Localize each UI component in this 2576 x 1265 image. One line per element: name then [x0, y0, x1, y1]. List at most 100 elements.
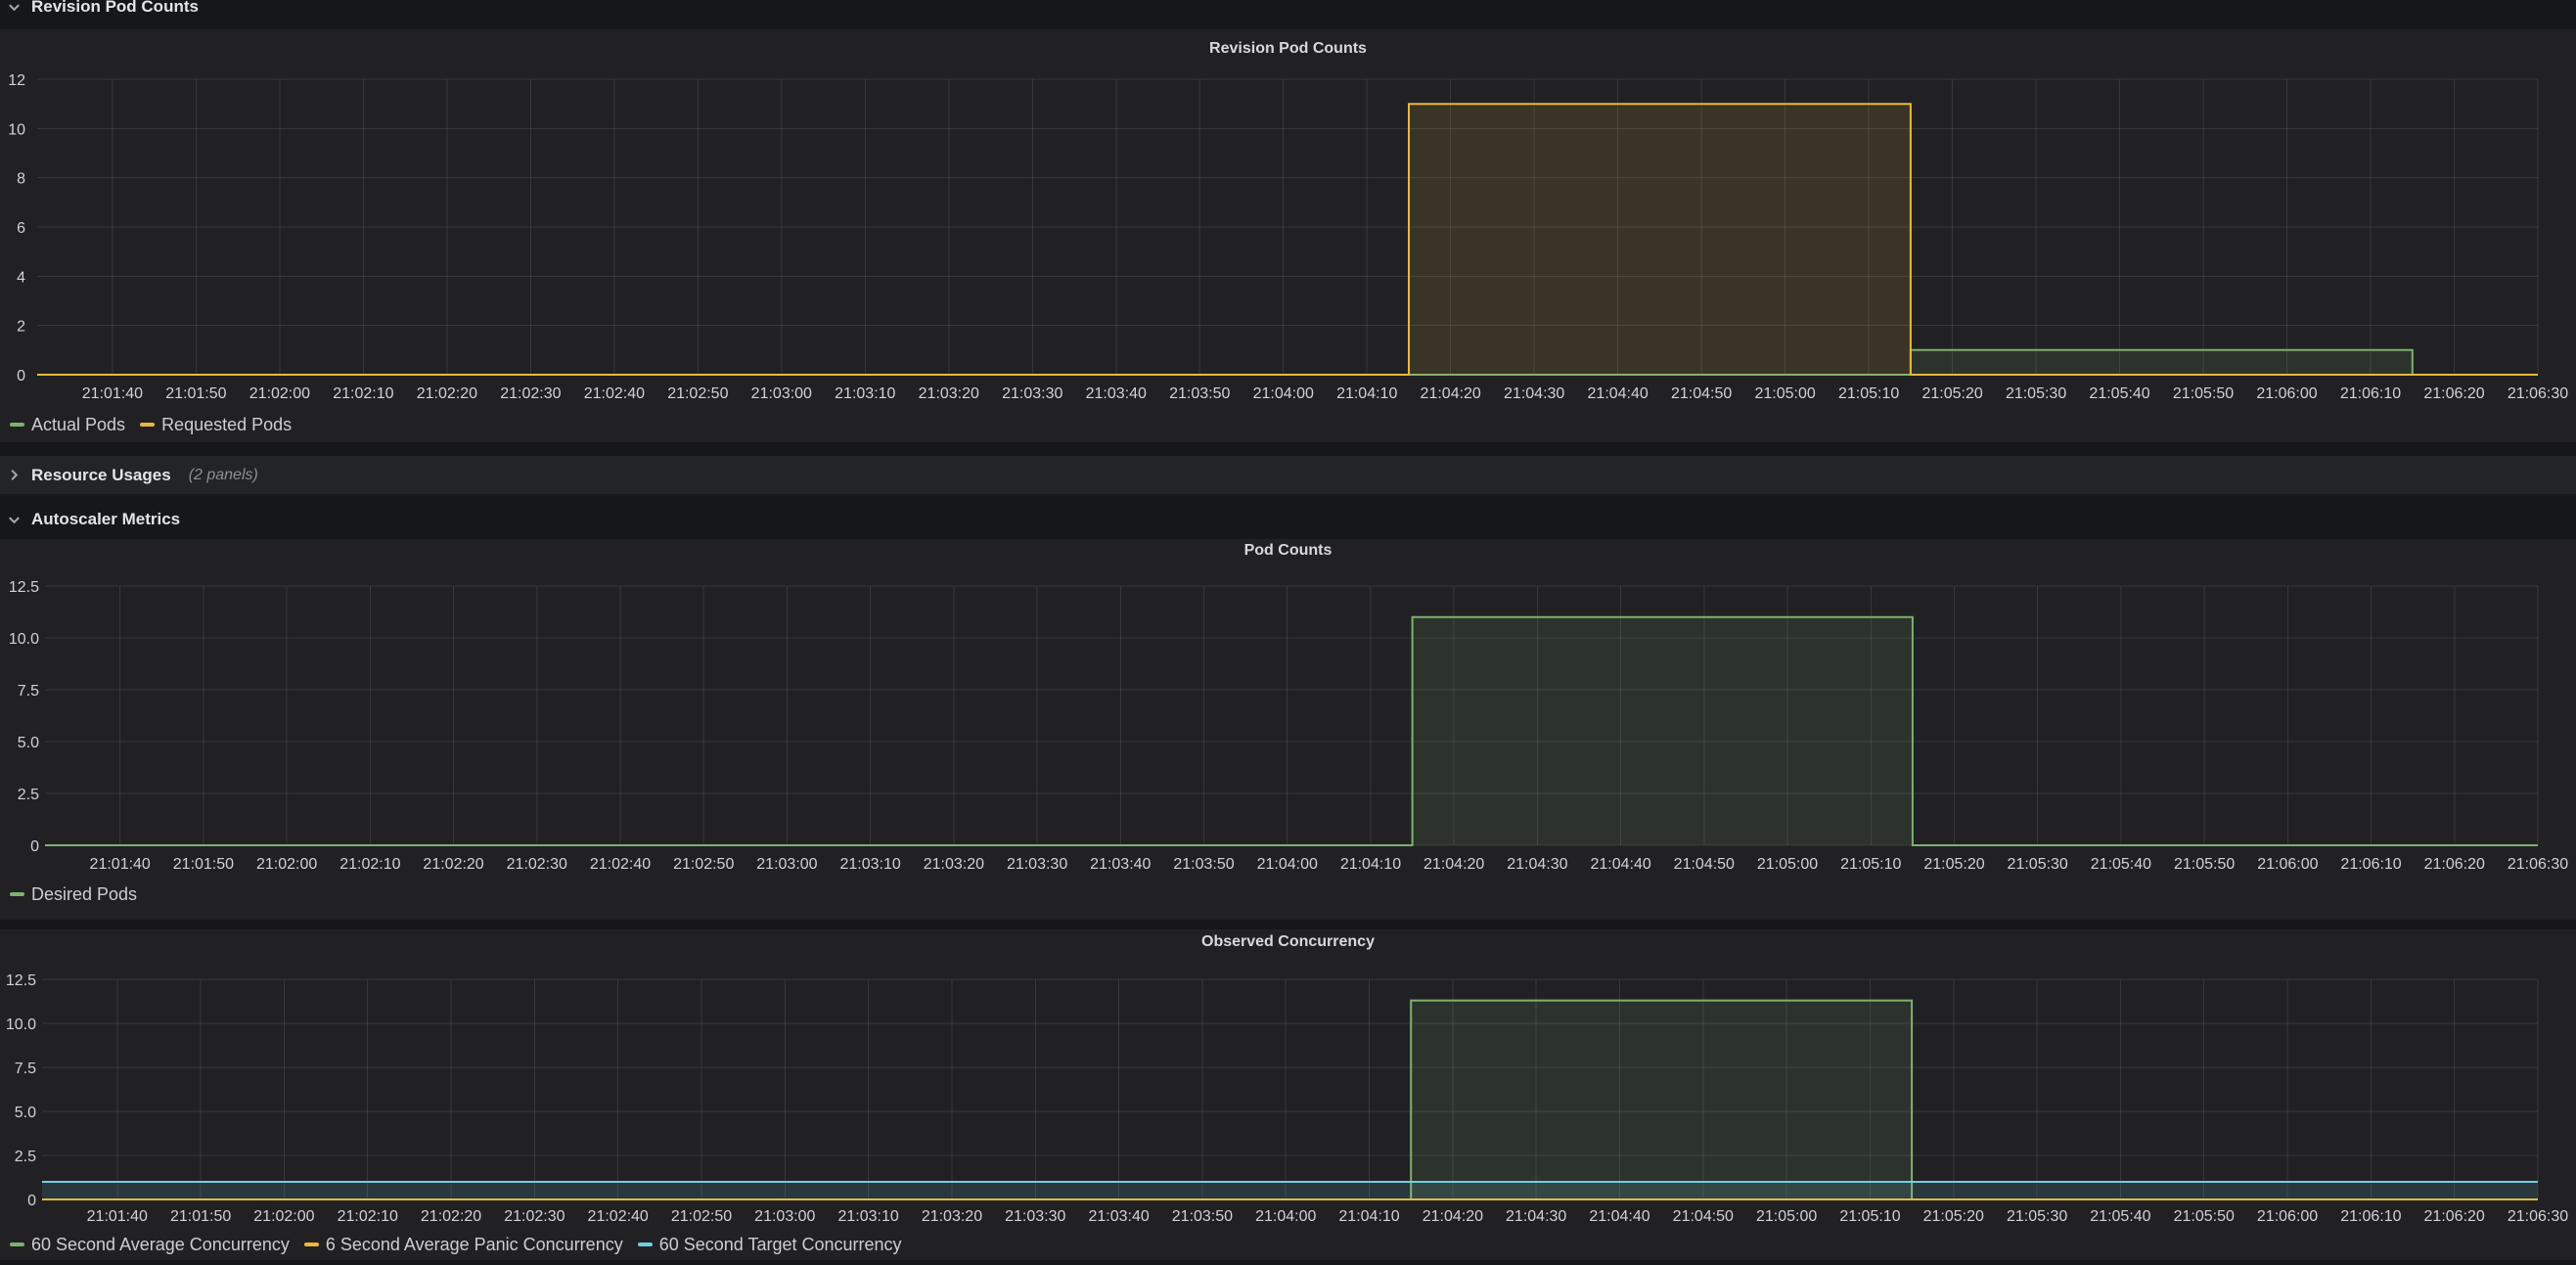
legend-series-label: 60 Second Target Concurrency	[659, 1235, 902, 1255]
x-tick-label: 21:03:40	[1086, 385, 1147, 402]
x-tick-label: 21:03:20	[924, 856, 984, 873]
legend-item-requested-pods[interactable]: Requested Pods	[140, 415, 292, 435]
series-fill-requested-pods	[37, 104, 2538, 375]
legend-series-label: Desired Pods	[31, 884, 137, 905]
x-tick-label: 21:05:20	[1923, 856, 1984, 873]
x-tick-label: 21:03:30	[1007, 856, 1067, 873]
y-tick-label: 7.5	[18, 683, 39, 700]
legend-series-dash	[10, 892, 24, 896]
y-tick-label: 2.5	[18, 787, 39, 803]
x-tick-label: 21:03:50	[1172, 1208, 1233, 1225]
x-tick-label: 21:06:30	[2508, 856, 2568, 873]
x-tick-label: 21:03:00	[751, 385, 812, 402]
legend-series-dash	[638, 1242, 653, 1246]
y-tick-label: 10.0	[9, 631, 39, 648]
y-tick-label: 2.5	[15, 1149, 36, 1165]
x-tick-label: 21:06:20	[2423, 385, 2484, 402]
x-tick-label: 21:06:30	[2508, 385, 2568, 402]
x-tick-label: 21:06:20	[2424, 856, 2485, 873]
series-fill-actual-pods	[37, 350, 2538, 375]
x-tick-label: 21:05:50	[2174, 1208, 2235, 1225]
legend: 60 Second Average Concurrency 6 Second Av…	[10, 1233, 902, 1256]
x-tick-label: 21:06:20	[2424, 1208, 2485, 1225]
legend-series-dash	[140, 423, 155, 427]
series-line-60-second-average-concurrency	[42, 1001, 2538, 1199]
x-tick-label: 21:02:20	[417, 385, 477, 402]
x-tick-label: 21:02:10	[338, 1208, 398, 1225]
legend-item-6-second-average-panic-concurrency[interactable]: 6 Second Average Panic Concurrency	[304, 1235, 623, 1255]
series-fill-60-second-target-concurrency	[42, 1182, 2538, 1199]
x-tick-label: 21:05:20	[1921, 385, 1982, 402]
x-tick-label: 21:04:30	[1506, 1208, 1566, 1225]
x-tick-label: 21:03:20	[919, 385, 979, 402]
x-tick-label: 21:01:50	[173, 856, 234, 873]
y-tick-label: 2	[17, 319, 25, 336]
y-tick-label: 12	[8, 72, 25, 89]
x-tick-label: 21:04:00	[1257, 856, 1318, 873]
x-tick-label: 21:04:20	[1423, 1208, 1483, 1225]
x-tick-label: 21:04:40	[1590, 856, 1650, 873]
legend-series-dash	[10, 1242, 24, 1246]
panel-observed-concurrency: Observed Concurrency 02.55.07.510.012.52…	[0, 929, 2576, 1260]
legend-item-actual-pods[interactable]: Actual Pods	[10, 415, 125, 435]
x-tick-label: 21:04:50	[1671, 385, 1732, 402]
x-tick-label: 21:06:10	[2340, 856, 2401, 873]
x-tick-label: 21:02:40	[590, 856, 651, 873]
x-tick-label: 21:03:50	[1173, 856, 1234, 873]
x-tick-label: 21:04:00	[1255, 1208, 1316, 1225]
x-tick-label: 21:06:00	[2257, 1208, 2318, 1225]
legend-item-60-second-average-concurrency[interactable]: 60 Second Average Concurrency	[10, 1235, 290, 1255]
legend-series-dash	[10, 423, 24, 427]
x-tick-label: 21:05:40	[2090, 1208, 2150, 1225]
series-line-desired-pods	[45, 617, 2538, 845]
row-panel-count: (2 panels)	[189, 467, 258, 484]
x-tick-label: 21:03:10	[840, 856, 901, 873]
x-tick-label: 21:01:40	[82, 385, 143, 402]
x-tick-label: 21:02:00	[256, 856, 317, 873]
grafana-dashboard: { "page": { "background": "#161719", "pa…	[0, 0, 2576, 1265]
x-tick-label: 21:01:40	[90, 856, 151, 873]
x-tick-label: 21:05:30	[2007, 1208, 2067, 1225]
row-header-revision-pod-counts[interactable]: Revision Pod Counts	[0, 0, 2576, 22]
x-tick-label: 21:04:30	[1507, 856, 1567, 873]
x-tick-label: 21:03:30	[1005, 1208, 1065, 1225]
chart-plot-observed-concurrency[interactable]: 02.55.07.510.012.521:01:4021:01:5021:02:…	[0, 929, 2576, 1260]
x-tick-label: 21:05:00	[1756, 1208, 1817, 1225]
legend-series-dash	[304, 1242, 319, 1246]
x-tick-label: 21:04:30	[1504, 385, 1564, 402]
y-tick-label: 8	[17, 171, 25, 188]
x-tick-label: 21:03:50	[1169, 385, 1230, 402]
legend-item-60-second-target-concurrency[interactable]: 60 Second Target Concurrency	[638, 1235, 902, 1255]
x-tick-label: 21:04:10	[1340, 856, 1401, 873]
x-tick-label: 21:02:30	[507, 856, 567, 873]
row-header-resource-usages[interactable]: Resource Usages (2 panels)	[0, 456, 2576, 494]
y-tick-label: 0	[27, 1193, 36, 1209]
y-tick-label: 12.5	[6, 972, 36, 989]
x-tick-label: 21:03:10	[835, 385, 895, 402]
y-tick-label: 0	[17, 368, 25, 384]
chart-plot-pod-counts[interactable]: 02.55.07.510.012.521:01:4021:01:5021:02:…	[0, 539, 2576, 920]
x-tick-label: 21:04:40	[1589, 1208, 1650, 1225]
x-tick-label: 21:02:50	[673, 856, 734, 873]
x-tick-label: 21:05:00	[1757, 856, 1818, 873]
x-tick-label: 21:05:30	[2006, 385, 2066, 402]
x-tick-label: 21:05:40	[2089, 385, 2149, 402]
legend-series-label: 60 Second Average Concurrency	[31, 1235, 290, 1255]
x-tick-label: 21:04:50	[1673, 1208, 1734, 1225]
chevron-down-icon	[7, 0, 22, 15]
row-header-autoscaler-metrics[interactable]: Autoscaler Metrics	[0, 501, 2576, 538]
y-tick-label: 6	[17, 220, 25, 237]
x-tick-label: 21:02:40	[588, 1208, 649, 1225]
y-tick-label: 5.0	[18, 735, 39, 751]
legend-item-desired-pods[interactable]: Desired Pods	[10, 884, 137, 905]
legend-series-label: 6 Second Average Panic Concurrency	[326, 1235, 623, 1255]
chart-plot-revision-pod-counts[interactable]: 02468101221:01:4021:01:5021:02:0021:02:1…	[0, 29, 2576, 442]
x-tick-label: 21:02:00	[253, 1208, 314, 1225]
x-tick-label: 21:05:10	[1839, 1208, 1900, 1225]
x-tick-label: 21:06:30	[2508, 1208, 2568, 1225]
x-tick-label: 21:03:10	[838, 1208, 899, 1225]
x-tick-label: 21:03:30	[1002, 385, 1062, 402]
x-tick-label: 21:05:00	[1754, 385, 1815, 402]
x-tick-label: 21:03:40	[1090, 856, 1151, 873]
x-tick-label: 21:04:40	[1588, 385, 1649, 402]
